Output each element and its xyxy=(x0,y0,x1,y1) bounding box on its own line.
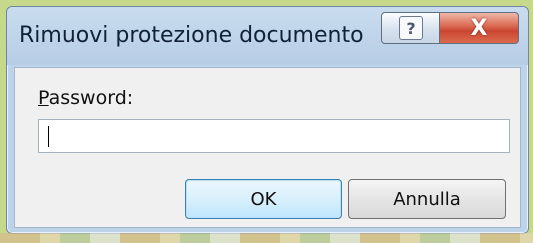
password-label-text: assword: xyxy=(48,87,134,109)
text-caret xyxy=(48,126,49,147)
title-bar[interactable]: Rimuovi protezione documento ? X xyxy=(7,7,528,65)
close-button[interactable]: X xyxy=(439,12,519,44)
password-label-access-key: P xyxy=(38,87,49,109)
cancel-button-label: Annulla xyxy=(393,188,461,210)
password-label: Password: xyxy=(38,87,133,109)
dialog-content: Password: OK Annulla xyxy=(14,67,521,228)
password-input[interactable] xyxy=(38,119,510,153)
dialog-title: Rimuovi protezione documento xyxy=(19,23,364,48)
dialog-window: Rimuovi protezione documento ? X Passwor… xyxy=(6,6,529,234)
cancel-button[interactable]: Annulla xyxy=(348,179,506,219)
close-icon: X xyxy=(470,15,488,41)
ok-button-label: OK xyxy=(250,188,277,210)
background-document-strip xyxy=(0,233,533,243)
ok-button[interactable]: OK xyxy=(185,179,342,219)
help-button[interactable]: ? xyxy=(381,12,441,44)
help-icon: ? xyxy=(399,16,423,40)
